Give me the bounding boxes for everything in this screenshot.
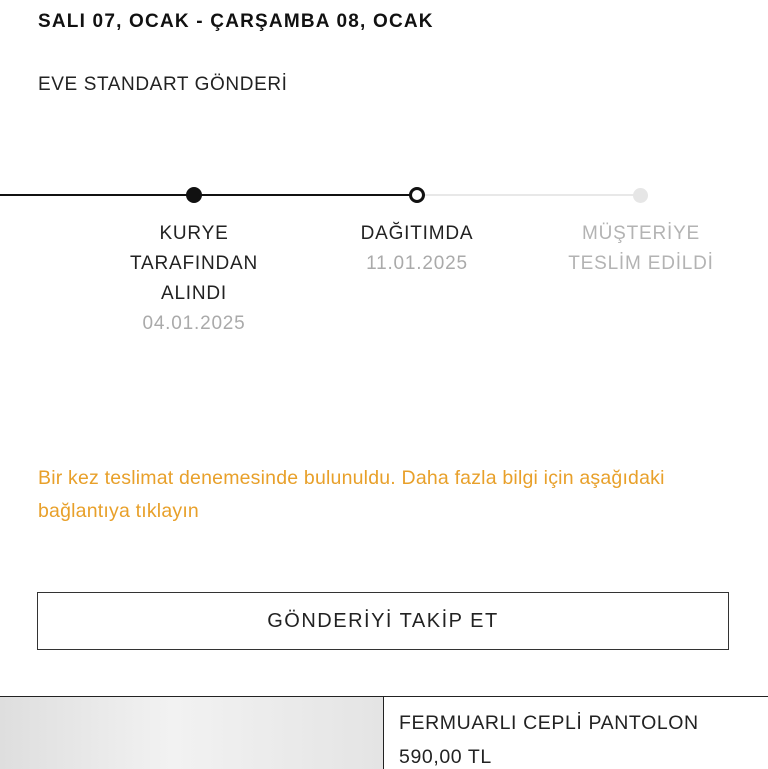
timeline-step-date: 04.01.2025 — [142, 313, 246, 334]
product-name: FERMUARLI CEPLİ PANTOLON — [399, 712, 699, 734]
product-image[interactable] — [0, 697, 384, 769]
timeline-line-done — [0, 194, 194, 196]
delivery-attempt-notice: Bir kez teslimat denemesinde bulunuldu. … — [38, 467, 665, 522]
order-date-range: SALI 07, OCAK - ÇARŞAMBA 08, OCAK — [38, 11, 434, 32]
timeline-step-date: 25 — [0, 249, 88, 279]
timeline-step-picked-up: KURYE TARAFINDAN ALINDI 04.01.2025 — [94, 219, 294, 339]
timeline-line-done — [194, 194, 417, 196]
timeline-step-label: KURYE — [159, 223, 229, 244]
timeline-step-delivered: MÜŞTERİYE TESLİM EDİLDİ — [541, 219, 741, 279]
timeline-step-label: TARAFINDAN — [130, 253, 258, 274]
delivery-timeline: Dİ 25 KURYE TARAFINDAN ALINDI 04.01.2025… — [0, 180, 768, 360]
timeline-step-label: Dİ — [0, 219, 88, 249]
timeline-dot-future — [633, 188, 648, 203]
timeline-step-date: 11.01.2025 — [366, 253, 468, 274]
timeline-dot-current — [409, 187, 425, 203]
shipping-method: EVE STANDART GÖNDERİ — [38, 74, 288, 95]
product-price: 590,00 TL — [399, 746, 492, 768]
timeline-step-previous: Dİ 25 — [0, 219, 88, 279]
timeline-step-label: ALINDI — [160, 283, 228, 304]
timeline-dot-picked-up — [186, 187, 202, 203]
track-shipment-label: GÖNDERİYİ TAKİP ET — [267, 609, 499, 632]
timeline-line-pending — [417, 194, 641, 196]
timeline-step-in-delivery: DAĞITIMDA 11.01.2025 — [317, 219, 517, 279]
timeline-step-label: MÜŞTERİYE — [581, 223, 701, 244]
timeline-step-label: DAĞITIMDA — [360, 223, 474, 244]
product-row[interactable]: FERMUARLI CEPLİ PANTOLON 590,00 TL — [0, 696, 768, 769]
timeline-step-label: TESLİM EDİLDİ — [568, 253, 714, 274]
track-shipment-button[interactable]: GÖNDERİYİ TAKİP ET — [37, 592, 729, 650]
